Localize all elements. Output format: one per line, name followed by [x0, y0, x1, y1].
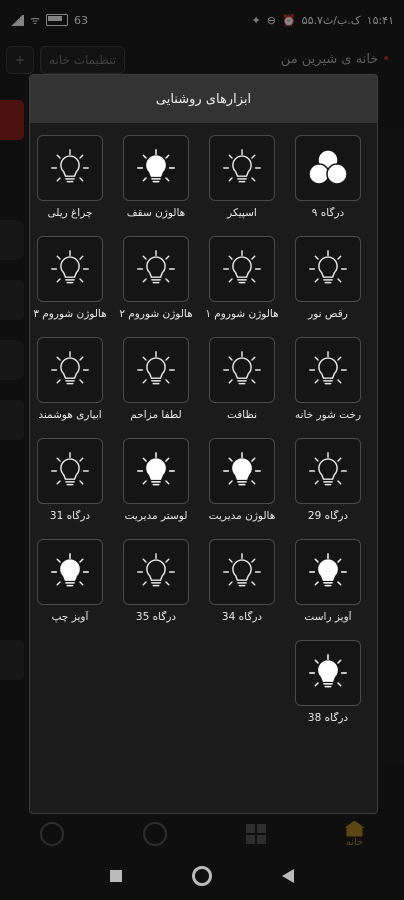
device-tile[interactable]: درگاه 38	[285, 636, 371, 737]
device-tile[interactable]: درگاه 35	[113, 535, 199, 636]
bulb-icon	[136, 249, 176, 289]
bulb-icon	[222, 249, 262, 289]
device-tile[interactable]: لوستر مدیریت	[113, 434, 199, 535]
device-tile[interactable]: هالوژن شوروم ۳	[30, 232, 113, 333]
device-label: هالوژن سقف	[126, 207, 186, 219]
device-label: هالوژن شوروم ۲	[119, 308, 193, 320]
device-tile[interactable]: درگاه 31	[30, 434, 113, 535]
device-toggle-button[interactable]	[295, 135, 361, 201]
bulb-icon	[50, 552, 90, 592]
device-label: لطفا مزاحم	[130, 409, 182, 421]
device-tile[interactable]: هالوژن شوروم ۱	[199, 232, 285, 333]
bulb-icon	[136, 148, 176, 188]
device-label: درگاه 31	[49, 510, 91, 522]
device-toggle-button[interactable]	[295, 539, 361, 605]
bulb-icon	[308, 451, 348, 491]
device-label: رخت شور خانه	[294, 409, 362, 421]
device-toggle-button[interactable]	[209, 539, 275, 605]
bulb-icon	[308, 552, 348, 592]
device-tile[interactable]: هالوژن شوروم ۲	[113, 232, 199, 333]
bulb-icon	[50, 350, 90, 390]
home-circle-icon[interactable]	[192, 866, 212, 886]
device-tile[interactable]: لطفا مزاحم	[113, 333, 199, 434]
device-tile[interactable]: درگاه ۹	[285, 131, 371, 232]
back-icon[interactable]	[282, 869, 294, 883]
device-toggle-button[interactable]	[295, 640, 361, 706]
device-label: هالوژن شوروم ۱	[205, 308, 279, 320]
device-tile[interactable]: آویز چپ	[30, 535, 113, 636]
bulb-icon	[136, 451, 176, 491]
dialog-title: ابزارهای روشنایی	[30, 75, 377, 123]
device-label: لوستر مدیریت	[124, 510, 188, 522]
device-toggle-button[interactable]	[37, 135, 103, 201]
scene-circles-icon	[306, 148, 350, 188]
device-tile[interactable]: هالوژن سقف	[113, 131, 199, 232]
device-toggle-button[interactable]	[37, 539, 103, 605]
device-toggle-button[interactable]	[209, 337, 275, 403]
device-toggle-button[interactable]	[295, 337, 361, 403]
device-label: درگاه 35	[135, 611, 177, 623]
bulb-icon	[136, 350, 176, 390]
device-toggle-button[interactable]	[123, 337, 189, 403]
device-tile[interactable]: ابیاری هوشمند	[30, 333, 113, 434]
device-toggle-button[interactable]	[37, 337, 103, 403]
device-tile[interactable]: چراغ ریلی	[30, 131, 113, 232]
device-label: درگاه 29	[307, 510, 349, 522]
device-tile[interactable]: رخت شور خانه	[285, 333, 371, 434]
device-label: هالوژن مدیریت	[208, 510, 276, 522]
bulb-icon	[50, 249, 90, 289]
bulb-icon	[308, 249, 348, 289]
device-toggle-button[interactable]	[37, 438, 103, 504]
device-label: آویز راست	[304, 611, 352, 623]
device-tile[interactable]: نظافت	[199, 333, 285, 434]
device-label: اسپیکر	[227, 207, 257, 219]
device-label: رقص نور	[308, 308, 348, 320]
device-toggle-button[interactable]	[123, 236, 189, 302]
device-label: چراغ ریلی	[47, 207, 93, 219]
device-tile[interactable]: هالوژن مدیریت	[199, 434, 285, 535]
bulb-icon	[136, 552, 176, 592]
device-toggle-button[interactable]	[123, 135, 189, 201]
device-label: هالوژن شوروم ۳	[33, 308, 107, 320]
device-toggle-button[interactable]	[209, 438, 275, 504]
device-label: آویز چپ	[51, 611, 89, 623]
device-label: ابیاری هوشمند	[38, 409, 102, 421]
device-toggle-button[interactable]	[209, 236, 275, 302]
lighting-tools-dialog: ابزارهای روشنایی درگاه ۹ اسپیکر هالوژن س…	[29, 74, 378, 814]
bulb-icon	[308, 653, 348, 693]
device-tile[interactable]: درگاه 34	[199, 535, 285, 636]
device-label: نظافت	[226, 409, 258, 421]
tile-grid: درگاه ۹ اسپیکر هالوژن سقف چراغ ریلی رقص …	[30, 123, 377, 737]
device-toggle-button[interactable]	[123, 539, 189, 605]
device-tile[interactable]: آویز راست	[285, 535, 371, 636]
device-tile[interactable]: رقص نور	[285, 232, 371, 333]
device-tile[interactable]: اسپیکر	[199, 131, 285, 232]
bulb-icon	[222, 451, 262, 491]
bulb-icon	[50, 148, 90, 188]
device-toggle-button[interactable]	[295, 236, 361, 302]
bulb-icon	[222, 552, 262, 592]
device-toggle-button[interactable]	[37, 236, 103, 302]
device-tile[interactable]: درگاه 29	[285, 434, 371, 535]
device-toggle-button[interactable]	[295, 438, 361, 504]
device-label: درگاه 34	[221, 611, 263, 623]
device-label: درگاه 38	[307, 712, 349, 724]
device-label: درگاه ۹	[311, 207, 345, 219]
bulb-icon	[222, 350, 262, 390]
bulb-icon	[308, 350, 348, 390]
bulb-icon	[50, 451, 90, 491]
bulb-icon	[222, 148, 262, 188]
recents-icon[interactable]	[110, 870, 122, 882]
device-toggle-button[interactable]	[209, 135, 275, 201]
device-toggle-button[interactable]	[123, 438, 189, 504]
system-nav-bar	[0, 852, 404, 900]
